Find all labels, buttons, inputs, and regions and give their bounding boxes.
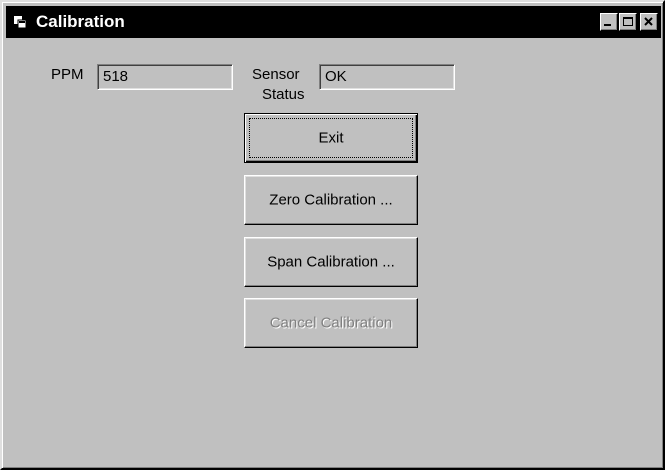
ppm-value-field: 518 [97, 64, 233, 90]
calibration-window: Calibration PPM 518 Sensor Status OK Exi… [0, 0, 665, 470]
sensor-status-field: OK [319, 64, 455, 90]
ppm-label: PPM [51, 66, 84, 83]
cancel-calibration-button[interactable]: Cancel Calibration [244, 298, 418, 348]
close-button[interactable] [640, 13, 658, 31]
maximize-button[interactable] [619, 13, 637, 31]
minimize-button[interactable] [600, 13, 618, 31]
app-window-icon [14, 16, 27, 29]
title-bar[interactable]: Calibration [6, 6, 661, 38]
exit-button-label: Exit [318, 129, 344, 147]
cancel-calibration-label: Cancel Calibration [269, 314, 393, 332]
span-calibration-label: Span Calibration ... [267, 253, 395, 271]
window-title: Calibration [36, 12, 125, 31]
sensor-label-line2: Status [262, 86, 305, 103]
exit-button[interactable]: Exit [244, 113, 418, 163]
span-calibration-button[interactable]: Span Calibration ... [244, 237, 418, 287]
zero-calibration-label: Zero Calibration ... [269, 191, 393, 209]
zero-calibration-button[interactable]: Zero Calibration ... [244, 175, 418, 225]
sensor-label-line1: Sensor [252, 66, 300, 83]
